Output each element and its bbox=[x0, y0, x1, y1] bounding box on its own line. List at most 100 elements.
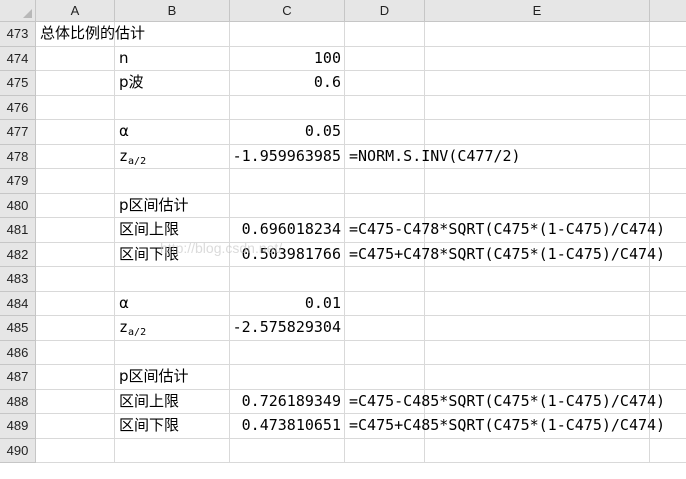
cell-d[interactable] bbox=[345, 365, 425, 390]
cell-a[interactable] bbox=[36, 95, 115, 120]
cell-a[interactable] bbox=[36, 144, 115, 169]
cell-e[interactable] bbox=[425, 365, 650, 390]
cell-e[interactable] bbox=[425, 193, 650, 218]
column-header-f[interactable] bbox=[650, 0, 686, 22]
cell-f[interactable] bbox=[650, 120, 686, 145]
column-header-d[interactable]: D bbox=[345, 0, 425, 22]
column-header-c[interactable]: C bbox=[230, 0, 345, 22]
cell-d[interactable]: =C475+C485*SQRT(C475*(1-C475)/C474) bbox=[345, 414, 665, 439]
cell-c[interactable] bbox=[230, 365, 345, 390]
cell-d[interactable] bbox=[345, 316, 425, 341]
cell-a[interactable] bbox=[36, 291, 115, 316]
cell-d[interactable]: =C475-C485*SQRT(C475*(1-C475)/C474) bbox=[345, 389, 665, 414]
cell-a[interactable] bbox=[36, 340, 115, 365]
cell-b[interactable]: α bbox=[115, 120, 230, 145]
cell-f[interactable] bbox=[650, 341, 686, 365]
cell-c[interactable]: 0.503981766 bbox=[230, 242, 345, 267]
cell-d[interactable]: =C475-C478*SQRT(C475*(1-C475)/C474) bbox=[345, 218, 665, 243]
cell-f[interactable] bbox=[650, 267, 686, 292]
cell-f[interactable] bbox=[650, 47, 686, 71]
cell-a[interactable]: 总体比例的估计 bbox=[36, 22, 145, 47]
cell-b[interactable]: za/2 bbox=[115, 316, 230, 341]
cell-b[interactable]: α bbox=[115, 291, 230, 316]
cell-f[interactable] bbox=[650, 22, 686, 47]
cell-d[interactable] bbox=[345, 169, 425, 194]
cell-d[interactable] bbox=[345, 340, 425, 365]
cell-b[interactable]: 区间下限 bbox=[115, 242, 230, 267]
cell-f[interactable] bbox=[650, 145, 686, 169]
row-header[interactable]: 487 bbox=[0, 365, 36, 390]
cell-f[interactable] bbox=[650, 316, 686, 341]
cell-a[interactable] bbox=[36, 242, 115, 267]
cell-e[interactable] bbox=[425, 291, 650, 316]
cell-d[interactable] bbox=[345, 95, 425, 120]
cell-c[interactable] bbox=[230, 95, 345, 120]
cell-f[interactable] bbox=[650, 292, 686, 316]
cell-c[interactable]: -2.575829304 bbox=[230, 316, 345, 341]
row-header[interactable]: 473 bbox=[0, 22, 36, 47]
row-header[interactable]: 479 bbox=[0, 169, 36, 194]
cell-e[interactable] bbox=[425, 120, 650, 145]
cell-b[interactable] bbox=[115, 438, 230, 463]
cell-b[interactable]: 区间下限 bbox=[115, 414, 230, 439]
cell-f[interactable] bbox=[650, 96, 686, 120]
row-header[interactable]: 486 bbox=[0, 340, 36, 365]
cell-a[interactable] bbox=[36, 389, 115, 414]
row-header[interactable]: 477 bbox=[0, 120, 36, 145]
cell-b[interactable] bbox=[115, 95, 230, 120]
cell-a[interactable] bbox=[36, 169, 115, 194]
cell-a[interactable] bbox=[36, 71, 115, 96]
cell-c[interactable]: 0.473810651 bbox=[230, 414, 345, 439]
cell-a[interactable] bbox=[36, 267, 115, 292]
row-header[interactable]: 476 bbox=[0, 95, 36, 120]
row-header[interactable]: 480 bbox=[0, 193, 36, 218]
cell-d[interactable] bbox=[345, 438, 425, 463]
column-header-b[interactable]: B bbox=[115, 0, 230, 22]
cell-f[interactable] bbox=[650, 365, 686, 390]
row-header[interactable]: 474 bbox=[0, 46, 36, 71]
row-header[interactable]: 478 bbox=[0, 144, 36, 169]
cell-c[interactable] bbox=[230, 169, 345, 194]
select-all-corner[interactable] bbox=[0, 0, 36, 22]
row-header[interactable]: 489 bbox=[0, 414, 36, 439]
cell-e[interactable] bbox=[425, 267, 650, 292]
row-header[interactable]: 484 bbox=[0, 291, 36, 316]
cell-a[interactable] bbox=[36, 365, 115, 390]
cell-a[interactable] bbox=[36, 120, 115, 145]
cell-c[interactable] bbox=[230, 340, 345, 365]
cell-b[interactable]: p波 bbox=[115, 71, 230, 96]
cell-a[interactable] bbox=[36, 193, 115, 218]
cell-f[interactable] bbox=[650, 439, 686, 463]
cell-d[interactable] bbox=[345, 267, 425, 292]
cell-d[interactable] bbox=[345, 71, 425, 96]
cell-a[interactable] bbox=[36, 438, 115, 463]
cell-b[interactable] bbox=[115, 267, 230, 292]
cell-b[interactable]: n bbox=[115, 46, 230, 71]
cell-e[interactable] bbox=[425, 22, 650, 47]
row-header[interactable]: 475 bbox=[0, 71, 36, 96]
cell-b[interactable] bbox=[115, 169, 230, 194]
cell-c[interactable] bbox=[230, 193, 345, 218]
cell-c[interactable] bbox=[230, 438, 345, 463]
cell-c[interactable]: 0.6 bbox=[230, 71, 345, 96]
row-header[interactable]: 485 bbox=[0, 316, 36, 341]
row-header[interactable]: 490 bbox=[0, 438, 36, 463]
cell-c[interactable] bbox=[230, 22, 345, 47]
cell-e[interactable] bbox=[425, 316, 650, 341]
cell-d[interactable]: =C475+C478*SQRT(C475*(1-C475)/C474) bbox=[345, 242, 665, 267]
cell-a[interactable] bbox=[36, 414, 115, 439]
cell-c[interactable]: 100 bbox=[230, 46, 345, 71]
cell-c[interactable] bbox=[230, 267, 345, 292]
cell-c[interactable]: 0.726189349 bbox=[230, 389, 345, 414]
cell-d[interactable] bbox=[345, 193, 425, 218]
cell-c[interactable]: 0.696018234 bbox=[230, 218, 345, 243]
cell-b[interactable]: za/2 bbox=[115, 144, 230, 169]
column-header-a[interactable]: A bbox=[36, 0, 115, 22]
cell-a[interactable] bbox=[36, 218, 115, 243]
cell-f[interactable] bbox=[650, 71, 686, 96]
cell-e[interactable] bbox=[425, 46, 650, 71]
row-header[interactable]: 481 bbox=[0, 218, 36, 243]
cell-e[interactable] bbox=[425, 438, 650, 463]
cell-a[interactable] bbox=[36, 316, 115, 341]
cell-e[interactable] bbox=[425, 340, 650, 365]
